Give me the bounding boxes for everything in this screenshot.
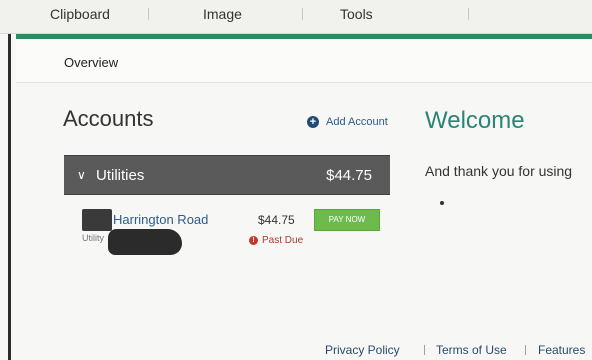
ribbon-tab-clipboard[interactable]: Clipboard <box>50 6 110 22</box>
privacy-policy-link[interactable]: Privacy Policy <box>325 343 400 357</box>
bullet-point <box>440 201 444 205</box>
ribbon-tab-image[interactable]: Image <box>203 6 242 22</box>
add-account-label: Add Account <box>326 116 388 128</box>
ribbon-separator <box>148 8 149 20</box>
window-edge <box>8 34 11 360</box>
ribbon-bar: Clipboard Image Tools <box>0 0 592 34</box>
ribbon-separator <box>468 8 469 20</box>
account-thumbnail-redacted <box>82 209 112 231</box>
overview-bar: Overview <box>16 39 592 83</box>
utilities-total: $44.75 <box>326 167 372 184</box>
add-account-button[interactable]: + Add Account <box>307 116 388 128</box>
footer-separator <box>525 345 526 355</box>
past-due-status: ! Past Due <box>249 235 303 246</box>
footer-separator <box>424 345 425 355</box>
plus-circle-icon: + <box>307 116 319 128</box>
terms-of-use-link[interactable]: Terms of Use <box>436 343 507 357</box>
past-due-label: Past Due <box>262 235 304 246</box>
utilities-group-header[interactable]: ∨ Utilities $44.75 <box>64 155 390 195</box>
overview-tab[interactable]: Overview <box>64 55 118 70</box>
welcome-message: And thank you for using <box>425 163 573 179</box>
utilities-label: Utilities <box>96 167 145 184</box>
redaction-mark <box>108 229 182 255</box>
welcome-title: Welcome <box>425 107 525 134</box>
pay-now-button[interactable]: PAY NOW <box>314 209 380 231</box>
ribbon-tab-tools[interactable]: Tools <box>340 6 373 22</box>
accounts-title: Accounts <box>63 106 154 131</box>
account-name-link[interactable]: Harrington Road <box>113 212 208 227</box>
ribbon-separator <box>302 8 303 20</box>
chevron-down-icon[interactable]: ∨ <box>77 168 86 182</box>
account-type: Utility <box>82 233 104 243</box>
account-amount: $44.75 <box>258 213 295 227</box>
alert-icon: ! <box>249 236 258 245</box>
features-link[interactable]: Features <box>538 343 585 357</box>
